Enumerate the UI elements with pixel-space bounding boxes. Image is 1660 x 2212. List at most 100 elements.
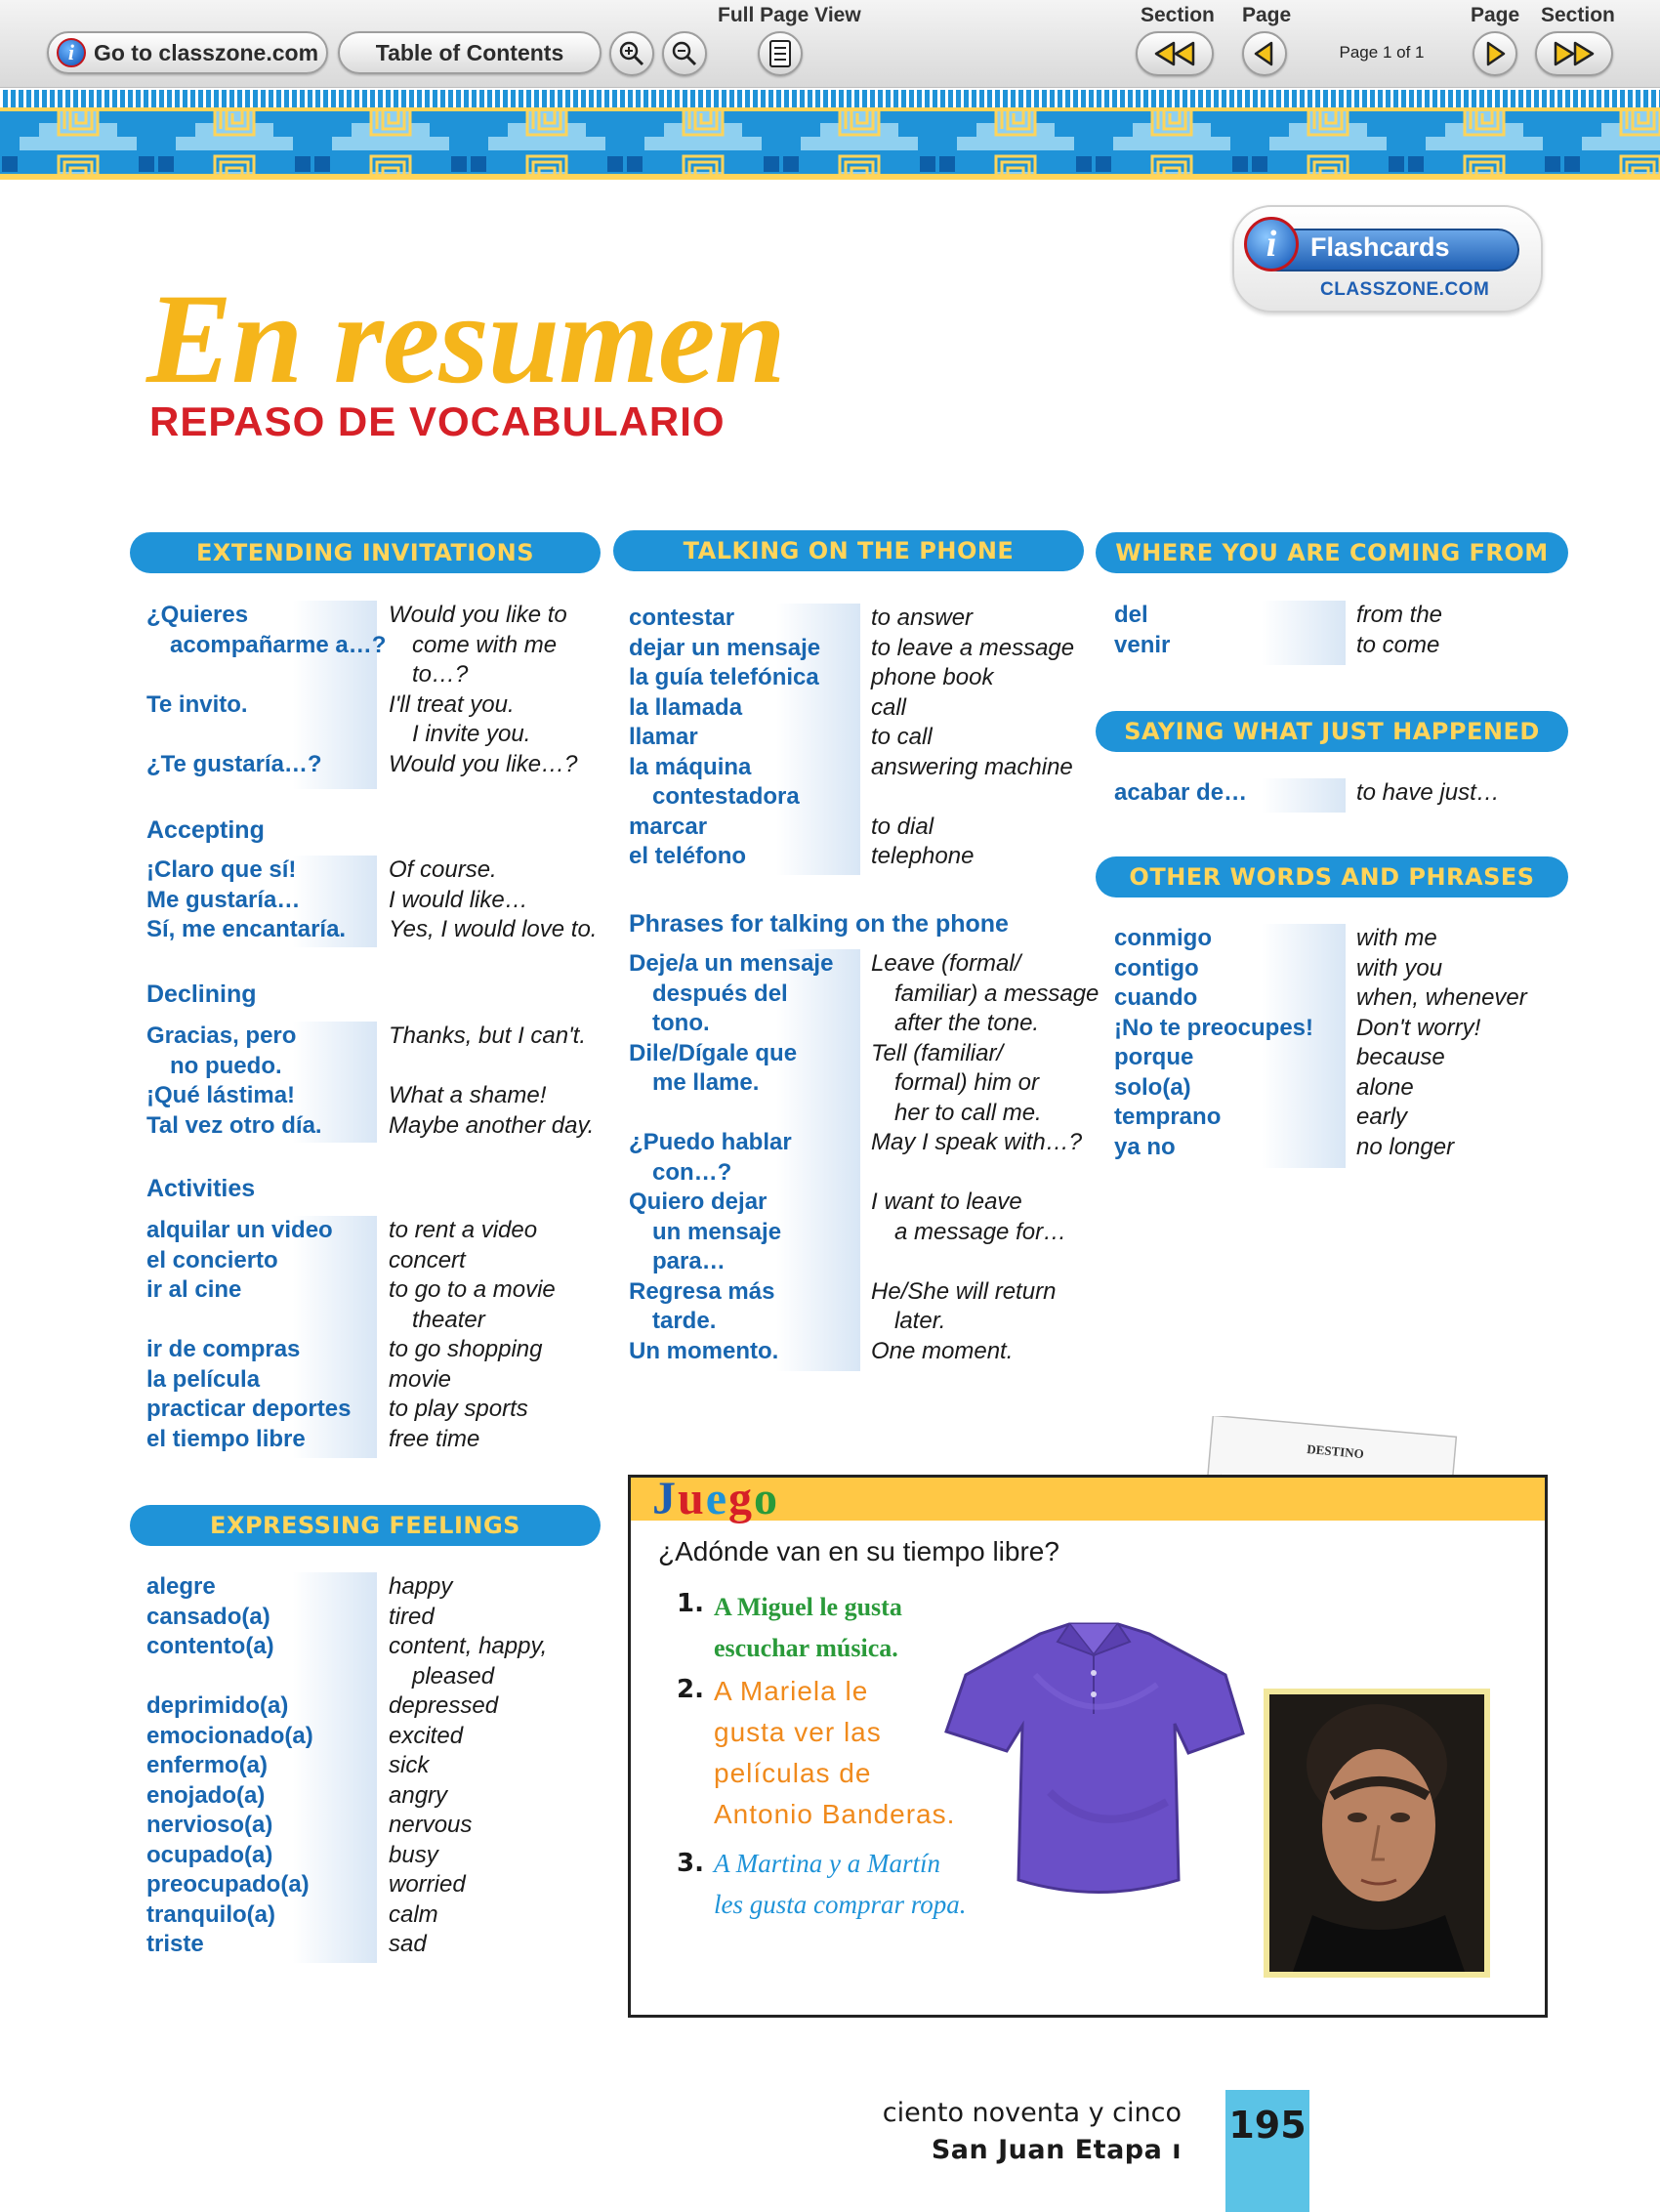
spanish-term: llamar [629, 724, 698, 750]
spanish-term: para… [652, 1248, 726, 1274]
vocab-row: temprano early [1114, 1103, 1527, 1133]
juego-letter-g: g [728, 1473, 755, 1524]
next-section-button[interactable] [1535, 31, 1613, 76]
english-translation: Would you like…? [389, 750, 578, 777]
spanish-term: cansado(a) [146, 1603, 270, 1630]
juego-question: ¿Adónde van en su tiempo libre? [658, 1536, 1059, 1566]
page-back-label: Page [1242, 4, 1292, 26]
header-where-you-are-coming-from: WHERE YOU ARE COMING FROM [1096, 532, 1568, 573]
spanish-term: alquilar un video [146, 1217, 333, 1243]
page-view-icon [769, 40, 791, 67]
spanish-term: la llamada [629, 693, 743, 721]
spanish-term: ¡Claro que sí! [146, 856, 297, 883]
next-page-button[interactable] [1473, 31, 1517, 76]
english-translation: Tell (familiar/ [871, 1039, 1004, 1066]
english-translation: worried [389, 1871, 466, 1898]
english-translation: to answer [871, 605, 974, 631]
zoom-out-button[interactable] [662, 31, 707, 76]
spanish-term: ¿Quieres [146, 602, 249, 628]
spanish-term: preocupado(a) [146, 1871, 310, 1898]
header-talking-on-the-phone: TALKING ON THE PHONE [613, 530, 1084, 571]
full-page-view-button[interactable] [758, 31, 803, 76]
english-translation: to have just… [1356, 779, 1500, 806]
juego-item-2-number: 2. [677, 1675, 704, 1704]
english-translation: to rent a video [389, 1217, 538, 1243]
spanish-term: Tal vez otro día. [146, 1111, 322, 1139]
english-translation: theater [412, 1306, 485, 1333]
table-of-contents-button[interactable]: Table of Contents [338, 31, 602, 74]
vocab-row: cuando when, whenever [1114, 983, 1527, 1014]
juego-letter-e: e [705, 1473, 729, 1524]
vocab-row: para… [629, 1247, 1099, 1277]
spanish-term: contigo [1114, 954, 1199, 981]
vocab-row: la guía telefónica phone book [629, 663, 1074, 693]
section-back-label: Section [1141, 4, 1215, 26]
spanish-term: Me gustaría… [146, 886, 301, 913]
english-translation: with me [1356, 925, 1437, 951]
vocab-row: la máquina answering machine [629, 753, 1074, 783]
previous-page-button[interactable] [1242, 31, 1287, 76]
flashcards-site-label: CLASSZONE.COM [1320, 279, 1490, 300]
page-indicator: Page 1 of 1 [1339, 43, 1425, 62]
footer-page-words: ciento noventa y cinco [882, 2098, 1182, 2128]
english-translation: telephone [871, 843, 975, 869]
list-coming: del from the venir to come [1114, 601, 1442, 660]
list-other-words: conmigo with me contigo with you cuando when,… [1114, 924, 1527, 1162]
vocab-row: solo(a) alone [1114, 1073, 1527, 1104]
vocab-row: tranquilo(a) calm [146, 1900, 547, 1931]
vocab-row: Quiero dejar I want to leave [629, 1188, 1099, 1218]
spanish-term: practicar deportes [146, 1396, 352, 1422]
english-translation: sad [389, 1931, 427, 1957]
english-translation: Don't worry! [1356, 1014, 1481, 1041]
english-translation: later. [894, 1308, 946, 1334]
vocab-row: Tal vez otro día. Maybe another day. [146, 1111, 594, 1142]
english-translation: no longer [1356, 1133, 1455, 1160]
vocab-row: ¿Quieres Would you like to [146, 601, 577, 631]
vocab-row: conmigo with me [1114, 924, 1527, 954]
spanish-term: con…? [652, 1158, 732, 1186]
vocab-row: enfermo(a) sick [146, 1751, 547, 1781]
vocab-row: tarde. later. [629, 1307, 1099, 1337]
english-translation: formal) him or [894, 1069, 1040, 1096]
vocab-row: tono. after the tone. [629, 1009, 1099, 1039]
english-translation: to go shopping [389, 1336, 543, 1362]
spanish-term: no puedo. [170, 1052, 282, 1079]
spanish-term: Regresa más [629, 1277, 775, 1305]
vocab-row: llamar to call [629, 723, 1074, 753]
english-translation: Maybe another day. [389, 1111, 595, 1139]
vocab-row: porque because [1114, 1043, 1527, 1073]
spanish-term: Gracias, pero [146, 1023, 297, 1049]
spanish-term: la máquina [629, 753, 752, 780]
vocab-row: contestadora [629, 782, 1074, 813]
list-feelings: alegre happy cansado(a) tired contento(a) con… [146, 1572, 547, 1960]
zoom-in-button[interactable] [609, 31, 654, 76]
vocab-row: Sí, me encantaría. Yes, I would love to. [146, 915, 597, 945]
group-title-phone-phrases: Phrases for talking on the phone [629, 910, 1009, 938]
top-toolbar: i Go to classzone.com Table of Contents … [0, 0, 1660, 88]
english-translation: I want to leave [871, 1189, 1022, 1215]
english-translation: I invite you. [412, 721, 531, 747]
vocab-row: el concierto concert [146, 1246, 556, 1276]
list-accepting: ¡Claro que sí! Of course. Me gustaría… I wo… [146, 856, 597, 945]
flashcards-badge[interactable]: i Flashcards CLASSZONE.COM [1232, 205, 1543, 313]
spanish-term: ¿Puedo hablar [629, 1129, 792, 1155]
vocab-row: Te invito. I'll treat you. [146, 690, 577, 721]
spanish-term: Quiero dejar [629, 1189, 768, 1215]
vocab-row: Deje/a un mensaje Leave (formal/ [629, 949, 1099, 980]
english-translation: He/She will return [871, 1277, 1057, 1305]
goto-classzone-button[interactable]: i Go to classzone.com [47, 31, 328, 74]
vocab-row: ¡Qué lástima! What a shame! [146, 1081, 594, 1111]
table-of-contents-label: Table of Contents [375, 39, 564, 65]
goto-classzone-label: Go to classzone.com [93, 39, 319, 65]
spanish-term: contestar [629, 605, 735, 631]
juego-item-1-line-2: escuchar música. [714, 1634, 898, 1662]
vocab-row: enojado(a) angry [146, 1781, 547, 1812]
vocab-row: to…? [146, 660, 577, 690]
english-translation: depressed [389, 1692, 499, 1719]
decorative-pattern-band [0, 90, 1660, 180]
english-translation: phone book [871, 664, 994, 690]
english-translation: excited [389, 1722, 464, 1749]
spanish-term: emocionado(a) [146, 1722, 313, 1749]
english-translation: free time [389, 1425, 480, 1452]
previous-section-button[interactable] [1136, 31, 1214, 76]
